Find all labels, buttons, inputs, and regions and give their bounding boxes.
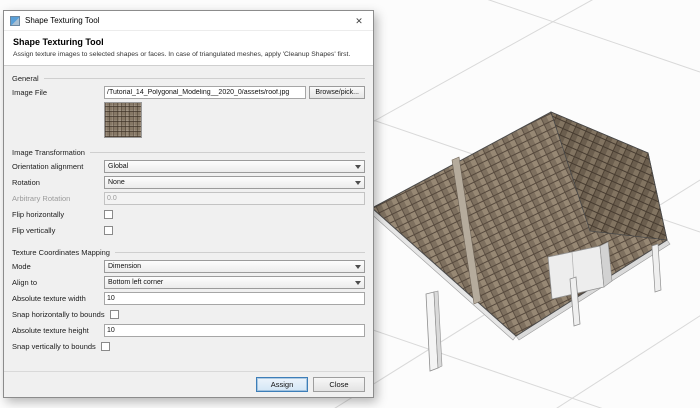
chevron-down-icon bbox=[355, 265, 361, 269]
absolute-texture-width-label: Absolute texture width bbox=[12, 294, 104, 303]
chevron-down-icon bbox=[355, 181, 361, 185]
align-to-label: Align to bbox=[12, 278, 104, 287]
page-title: Shape Texturing Tool bbox=[13, 37, 364, 47]
post-right bbox=[652, 244, 661, 292]
header-description: Assign texture images to selected shapes… bbox=[13, 51, 364, 58]
texture-thumbnail bbox=[104, 102, 142, 138]
group-rule bbox=[44, 78, 365, 79]
close-icon[interactable]: ✕ bbox=[351, 13, 367, 29]
orientation-alignment-select[interactable]: Global bbox=[104, 160, 365, 173]
arbitrary-rotation-label: Arbitrary Rotation bbox=[12, 194, 104, 203]
mode-label: Mode bbox=[12, 262, 104, 271]
chevron-down-icon bbox=[355, 281, 361, 285]
dialog-titlebar[interactable]: Shape Texturing Tool ✕ bbox=[4, 11, 373, 31]
assign-button[interactable]: Assign bbox=[256, 377, 308, 392]
absolute-texture-width-input[interactable] bbox=[104, 292, 365, 305]
orientation-alignment-row: Orientation alignment Global bbox=[12, 159, 365, 174]
align-to-select[interactable]: Bottom left corner bbox=[104, 276, 365, 289]
absolute-texture-height-row: Absolute texture height bbox=[12, 323, 365, 338]
group-image-transformation: Image Transformation bbox=[12, 146, 365, 158]
app-icon bbox=[10, 16, 20, 26]
image-file-input[interactable] bbox=[104, 86, 306, 99]
image-file-label: Image File bbox=[12, 88, 104, 97]
flip-horizontally-label: Flip horizontally bbox=[12, 210, 104, 219]
mode-value: Dimension bbox=[108, 263, 141, 270]
flip-horizontally-row: Flip horizontally bbox=[12, 207, 365, 222]
flip-vertically-label: Flip vertically bbox=[12, 226, 104, 235]
window-title: Shape Texturing Tool bbox=[25, 16, 346, 25]
mode-row: Mode Dimension bbox=[12, 259, 365, 274]
flip-vertically-row: Flip vertically bbox=[12, 223, 365, 238]
dialog-footer: Assign Close bbox=[4, 371, 373, 397]
group-texture-mapping-label: Texture Coordinates Mapping bbox=[12, 248, 110, 257]
absolute-texture-width-row: Absolute texture width bbox=[12, 291, 365, 306]
group-rule bbox=[90, 152, 365, 153]
align-to-row: Align to Bottom left corner bbox=[12, 275, 365, 290]
snap-horizontally-row: Snap horizontally to bounds bbox=[12, 307, 365, 322]
group-general: General bbox=[12, 72, 365, 84]
group-general-label: General bbox=[12, 74, 39, 83]
absolute-texture-height-label: Absolute texture height bbox=[12, 326, 104, 335]
align-to-value: Bottom left corner bbox=[108, 279, 163, 286]
flip-horizontally-checkbox[interactable] bbox=[104, 210, 113, 219]
snap-vertically-label: Snap vertically to bounds bbox=[12, 342, 96, 351]
roof-model bbox=[369, 112, 670, 371]
arbitrary-rotation-input bbox=[104, 192, 365, 205]
snap-vertically-row: Snap vertically to bounds bbox=[12, 339, 365, 354]
orientation-alignment-value: Global bbox=[108, 163, 128, 170]
rotation-label: Rotation bbox=[12, 178, 104, 187]
snap-vertically-checkbox[interactable] bbox=[101, 342, 110, 351]
group-image-transformation-label: Image Transformation bbox=[12, 148, 85, 157]
arbitrary-rotation-row: Arbitrary Rotation bbox=[12, 191, 365, 206]
image-file-row: Image File Browse/pick... bbox=[12, 85, 365, 100]
dialog-body: General Image File Browse/pick... Image … bbox=[4, 66, 373, 371]
snap-horizontally-checkbox[interactable] bbox=[110, 310, 119, 319]
orientation-alignment-label: Orientation alignment bbox=[12, 162, 104, 171]
rotation-row: Rotation None bbox=[12, 175, 365, 190]
rotation-value: None bbox=[108, 179, 125, 186]
rotation-select[interactable]: None bbox=[104, 176, 365, 189]
absolute-texture-height-input[interactable] bbox=[104, 324, 365, 337]
browse-pick-button[interactable]: Browse/pick... bbox=[309, 86, 365, 99]
shape-texturing-tool-dialog: Shape Texturing Tool ✕ Shape Texturing T… bbox=[3, 10, 374, 398]
flip-vertically-checkbox[interactable] bbox=[104, 226, 113, 235]
group-texture-mapping: Texture Coordinates Mapping bbox=[12, 246, 365, 258]
chevron-down-icon bbox=[355, 165, 361, 169]
texture-thumbnail-row bbox=[104, 102, 365, 138]
mode-select[interactable]: Dimension bbox=[104, 260, 365, 273]
snap-horizontally-label: Snap horizontally to bounds bbox=[12, 310, 105, 319]
close-button[interactable]: Close bbox=[313, 377, 365, 392]
dialog-header: Shape Texturing Tool Assign texture imag… bbox=[4, 31, 373, 66]
group-rule bbox=[115, 252, 365, 253]
